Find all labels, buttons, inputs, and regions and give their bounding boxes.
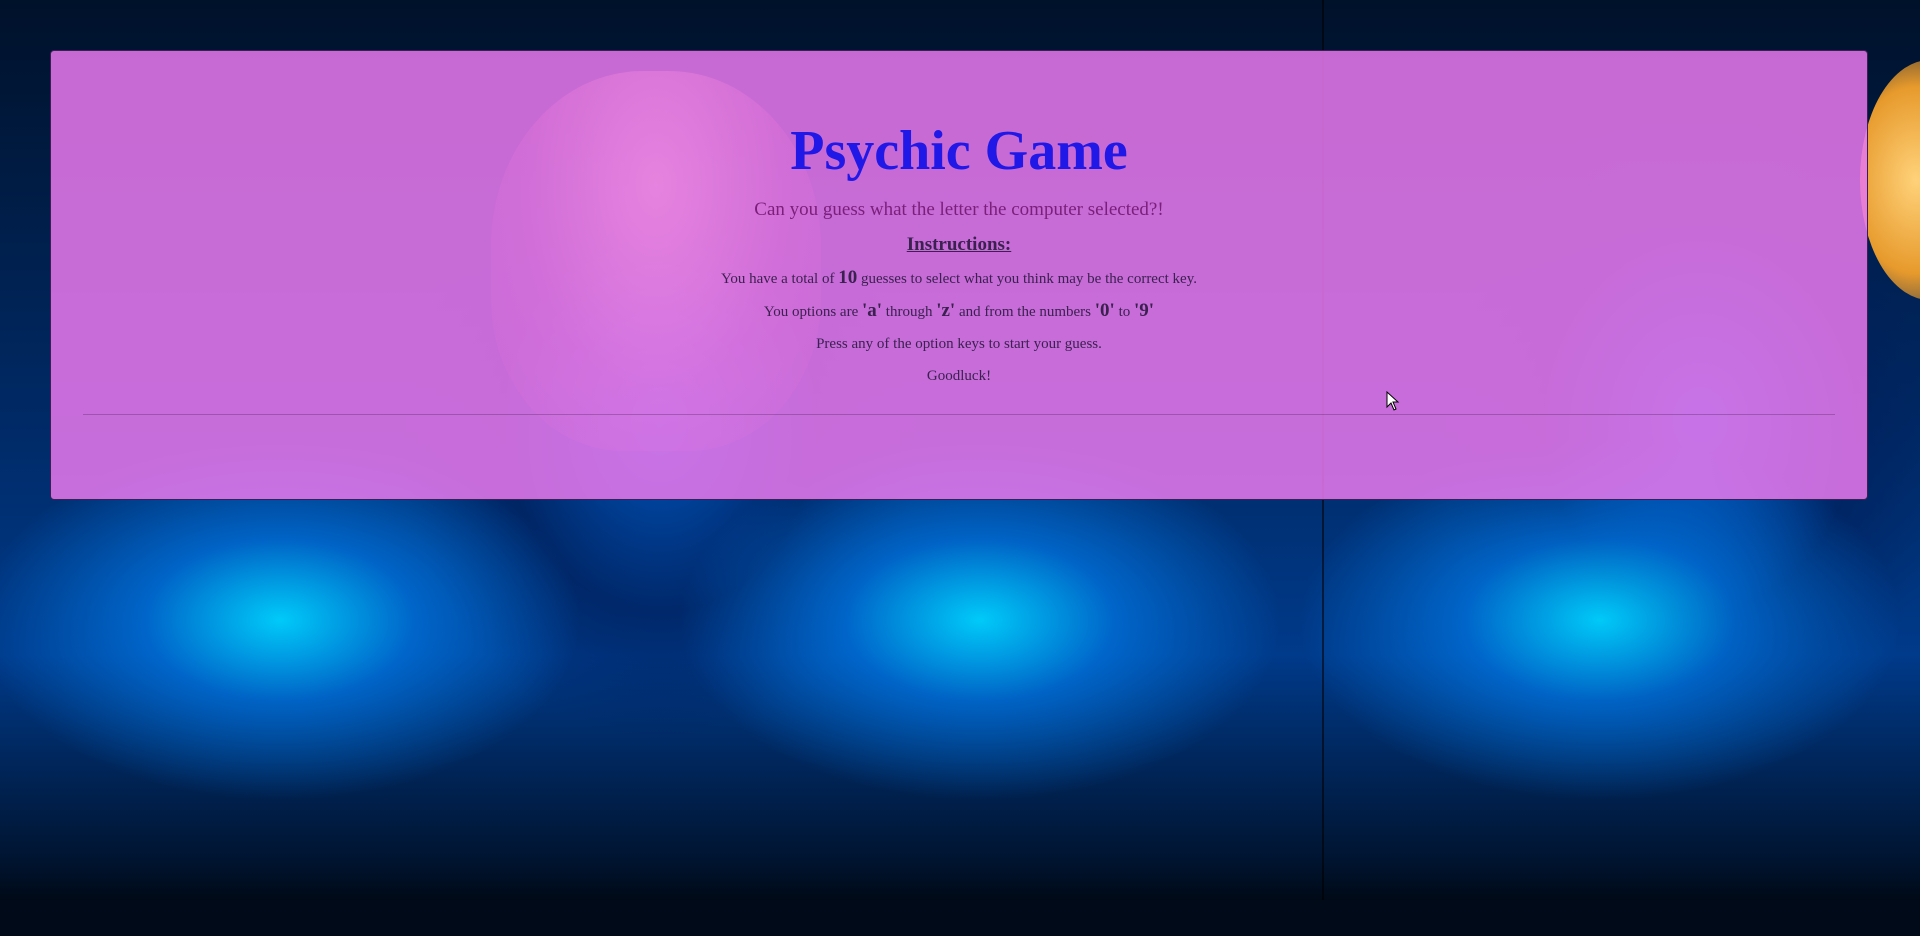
brain-glow-right — [1860, 60, 1920, 300]
mouse-cursor-icon — [1386, 391, 1400, 411]
guess-count: 10 — [838, 267, 858, 288]
page-subtitle: Can you guess what the letter the comput… — [754, 199, 1164, 220]
instruction-text: You have a total of — [721, 271, 839, 287]
divider — [83, 414, 1835, 415]
option-z: 'z' — [936, 300, 956, 321]
option-0: '0' — [1094, 300, 1115, 321]
instruction-text: through — [882, 304, 937, 320]
instruction-guess-count: You have a total of 10 guesses to select… — [51, 268, 1867, 289]
page-title: Psychic Game — [790, 120, 1128, 182]
background-bottom-band — [0, 900, 1920, 936]
instruction-text: to — [1114, 304, 1135, 320]
instruction-text: You options are — [763, 304, 862, 320]
game-panel: Psychic Game Can you guess what the lett… — [50, 50, 1868, 500]
instruction-start: Press any of the option keys to start yo… — [816, 336, 1102, 352]
option-9: '9' — [1134, 300, 1155, 321]
goodluck-text: Goodluck! — [926, 368, 992, 384]
option-a: 'a' — [861, 300, 883, 321]
instructions-heading: Instructions: — [906, 234, 1012, 255]
instruction-text: guesses to select what you think may be … — [857, 271, 1197, 287]
instruction-options: You options are 'a' through 'z' and from… — [51, 301, 1867, 322]
instruction-text: and from the numbers — [955, 304, 1095, 320]
